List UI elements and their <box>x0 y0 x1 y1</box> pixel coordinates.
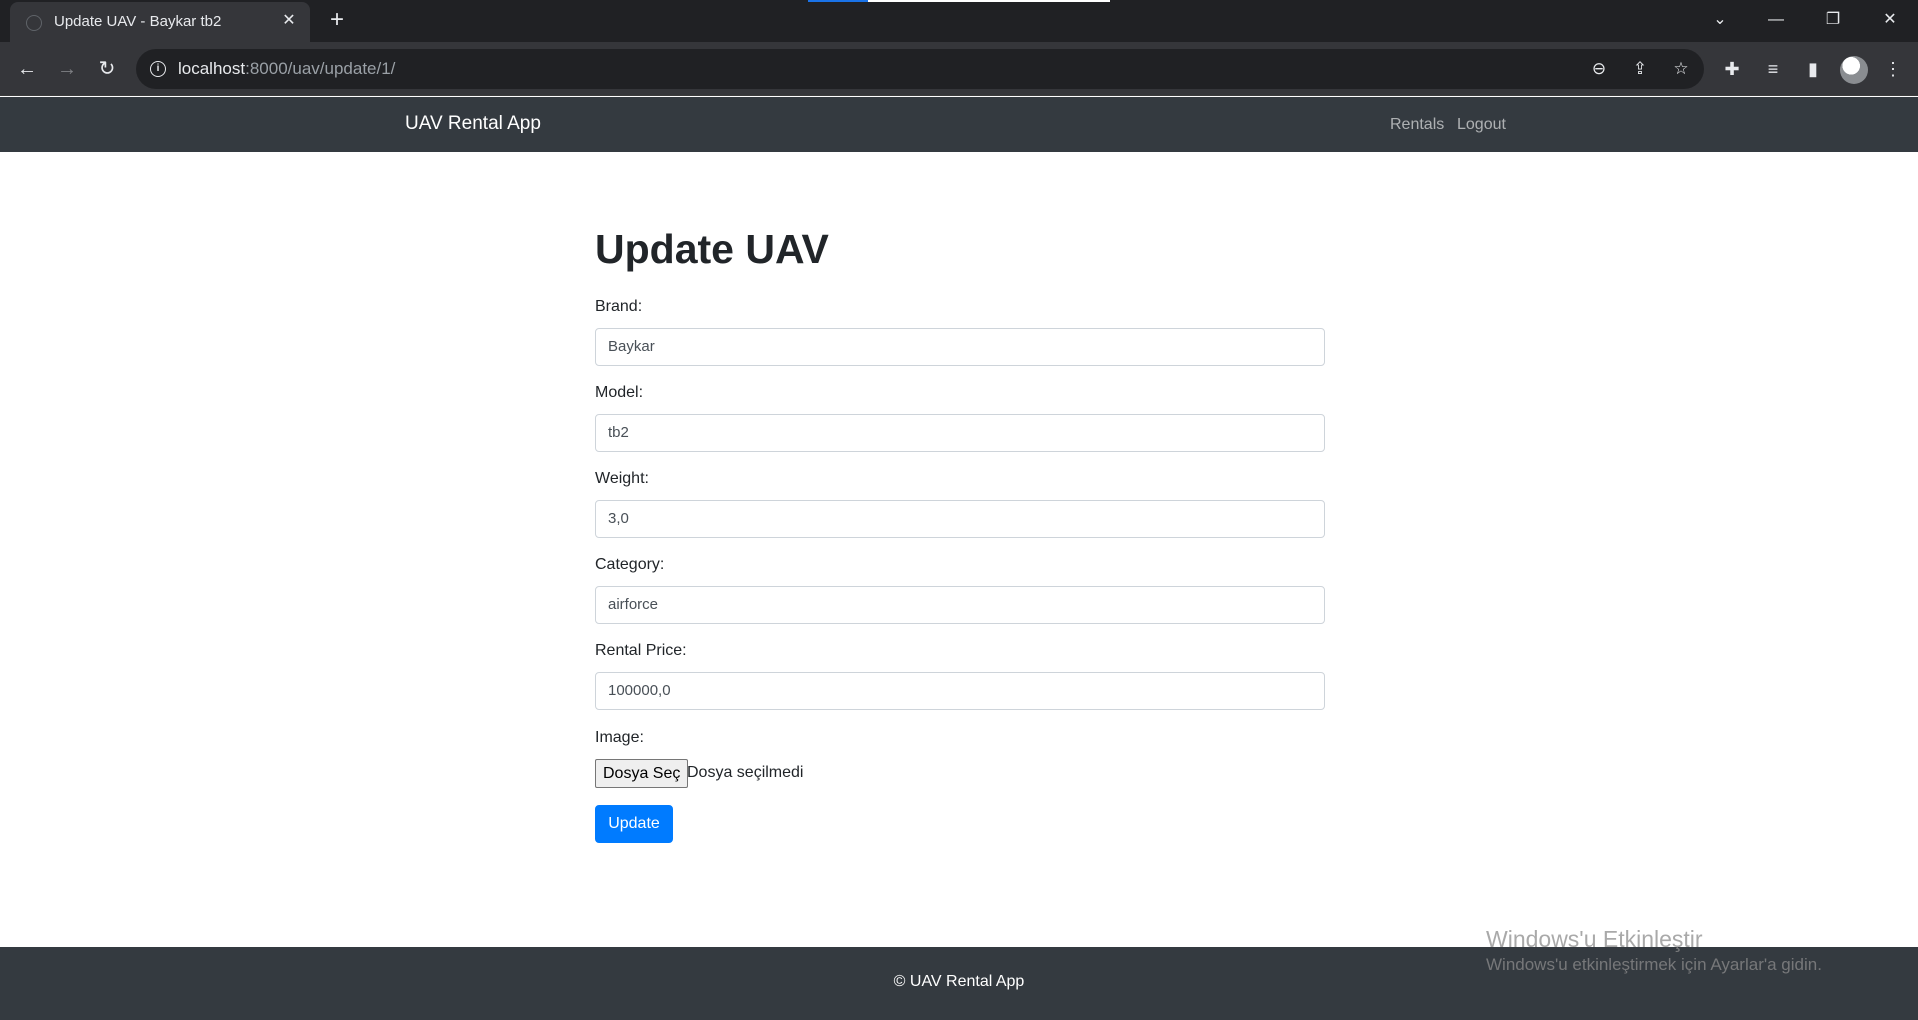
window-close-icon[interactable]: ✕ <box>1870 6 1910 34</box>
url-text[interactable]: localhost:8000/uav/update/1/ <box>178 59 395 79</box>
browser-toolbar: ← → ↻ i localhost:8000/uav/update/1/ ⊖ ⇪… <box>0 42 1918 96</box>
info-icon[interactable]: i <box>150 61 166 77</box>
page-title: Update UAV <box>595 226 829 272</box>
watermark-subtitle: Windows'u etkinleştirmek için Ayarlar'a … <box>1486 955 1822 974</box>
address-bar[interactable]: i localhost:8000/uav/update/1/ ⊖ ⇪ ☆ <box>136 49 1704 89</box>
rental-price-input[interactable]: 100000,0 <box>595 672 1325 710</box>
puzzle-icon[interactable]: ✚ <box>1719 56 1745 82</box>
side-panel-icon[interactable]: ▮ <box>1800 56 1826 82</box>
share-icon[interactable]: ⇪ <box>1629 58 1651 80</box>
model-input[interactable]: tb2 <box>595 414 1325 452</box>
star-icon[interactable]: ☆ <box>1670 58 1692 80</box>
tab-title: Update UAV - Baykar tb2 <box>54 13 222 30</box>
kebab-menu-icon[interactable]: ⋮ <box>1880 56 1906 82</box>
globe-icon <box>26 15 42 31</box>
rental-price-label: Rental Price: <box>595 642 687 659</box>
reload-icon[interactable]: ↻ <box>92 54 122 84</box>
nav-link-logout[interactable]: Logout <box>1457 116 1506 134</box>
restore-icon[interactable]: ❐ <box>1813 6 1853 34</box>
tab-strip-highlight-accent <box>808 0 868 2</box>
file-status-text: Dosya seçilmedi <box>687 764 804 781</box>
close-icon[interactable]: ✕ <box>278 10 300 32</box>
nav-link-rentals[interactable]: Rentals <box>1390 116 1444 134</box>
watermark-title: Windows'u Etkinleştir <box>1486 926 1703 952</box>
category-input[interactable]: airforce <box>595 586 1325 624</box>
browser-tab-strip: Update UAV - Baykar tb2 ✕ + ⌄ — ❐ ✕ <box>0 0 1918 42</box>
tab-search-chevron-down-icon[interactable]: ⌄ <box>1700 6 1740 34</box>
weight-label: Weight: <box>595 470 649 487</box>
forward-arrow-icon[interactable]: → <box>52 54 82 84</box>
windows-activation-watermark: Windows'u Etkinleştir Windows'u etkinleş… <box>1486 926 1822 975</box>
browser-tab[interactable]: Update UAV - Baykar tb2 ✕ <box>10 2 310 42</box>
weight-input[interactable]: 3,0 <box>595 500 1325 538</box>
minimize-icon[interactable]: — <box>1756 6 1796 34</box>
footer-copyright: © UAV Rental App <box>893 973 1025 990</box>
plus-icon[interactable]: + <box>322 6 352 36</box>
category-label: Category: <box>595 556 665 573</box>
model-label: Model: <box>595 384 644 401</box>
file-choose-button[interactable]: Dosya Seç <box>595 759 689 788</box>
brand-label: Brand: <box>595 298 643 315</box>
site-navbar: UAV Rental App Rentals Logout <box>0 97 1918 152</box>
image-label: Image: <box>595 729 644 746</box>
navbar-brand[interactable]: UAV Rental App <box>405 113 541 135</box>
update-button[interactable]: Update <box>595 805 673 843</box>
avatar[interactable] <box>1840 56 1868 84</box>
back-arrow-icon[interactable]: ← <box>12 54 42 84</box>
zoom-out-icon[interactable]: ⊖ <box>1588 58 1610 80</box>
brand-input[interactable]: Baykar <box>595 328 1325 366</box>
media-queue-icon[interactable]: ≡ <box>1760 56 1786 82</box>
